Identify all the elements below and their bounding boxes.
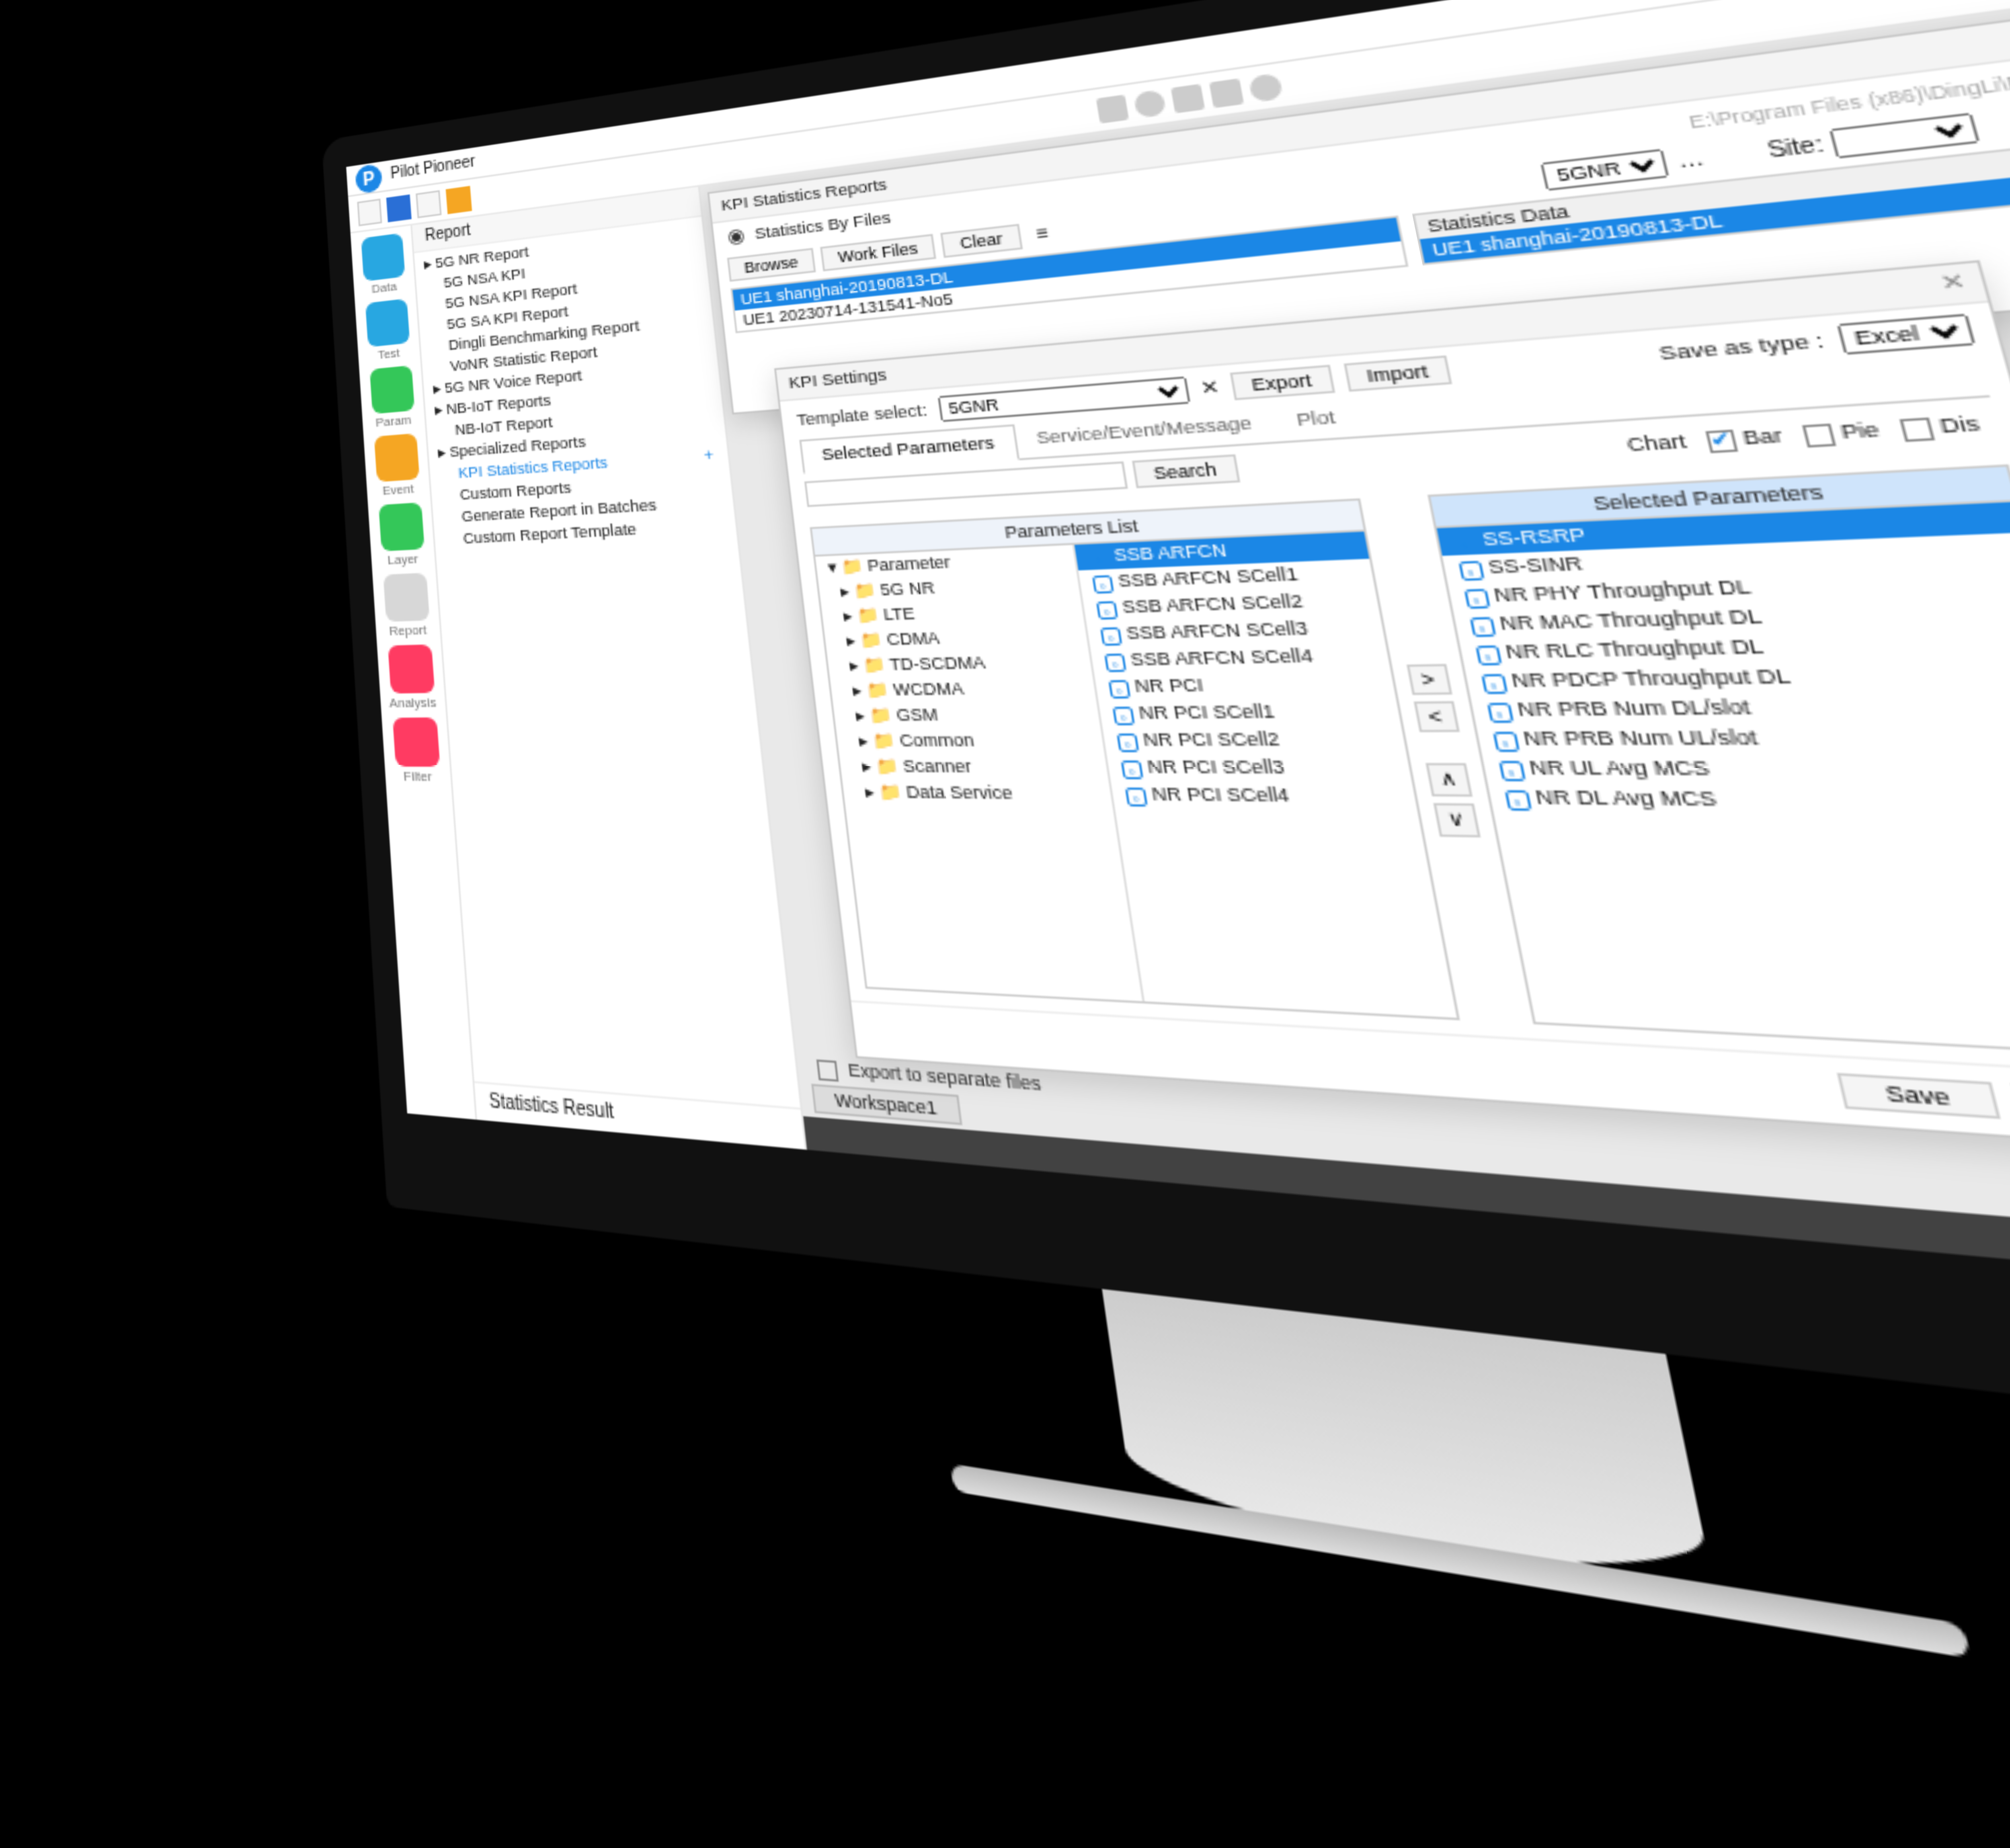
template-select-label: Template select: <box>796 400 928 430</box>
clear-button[interactable]: Clear <box>941 224 1023 258</box>
nav-data[interactable]: Data <box>356 232 410 297</box>
hamburger-icon[interactable]: ≡ <box>1027 222 1058 246</box>
saveas-label: Save as type : <box>1657 329 1827 365</box>
record-icon[interactable] <box>1132 88 1166 118</box>
saveas-dropdown[interactable]: Excel <box>1837 313 1976 355</box>
param-item[interactable]: ₀NR PCI <box>1094 668 1395 700</box>
selected-item[interactable]: ₀NR PRB Num UL/slot <box>1475 721 2010 753</box>
param-item[interactable]: ₀NR PCI SCell1 <box>1098 697 1400 727</box>
nav-test[interactable]: Test <box>360 298 415 364</box>
search-button[interactable]: Search <box>1132 455 1239 489</box>
param-item[interactable]: ₀NR PCI SCell4 <box>1110 781 1416 811</box>
save-button[interactable]: Save <box>1837 1073 2001 1119</box>
refresh-icon[interactable] <box>1247 72 1283 102</box>
new-icon[interactable] <box>357 198 382 225</box>
param-tree-node[interactable]: ▸ 📁 Data Service <box>842 779 1112 807</box>
kpi-settings-dialog: KPI Settings ✕ Template select: 5GNR ✕ E… <box>774 260 2010 1153</box>
param-tree-node[interactable]: ▸ 📁 Scanner <box>839 754 1108 781</box>
selected-item[interactable]: ₀NR UL Avg MCS <box>1481 753 2010 786</box>
move-down-button[interactable]: ∨ <box>1432 804 1479 838</box>
bar-checkbox[interactable] <box>1705 429 1738 453</box>
template-clear-icon[interactable]: ✕ <box>1199 377 1220 400</box>
main-area: KPI Statistics Reports ✕ Statistics By F… <box>700 0 2010 1338</box>
nav-analysis[interactable]: Analysis <box>382 644 440 711</box>
param-item[interactable]: ₀NR PCI SCell3 <box>1106 753 1411 782</box>
pie-checkbox[interactable] <box>1802 423 1836 447</box>
param-tree-node[interactable]: ▸ 📁 GSM <box>833 700 1099 728</box>
tech-more-icon[interactable]: … <box>1675 148 1706 173</box>
export-button[interactable]: Export <box>1229 365 1334 400</box>
export-separate-checkbox[interactable] <box>816 1059 839 1082</box>
move-left-button[interactable]: < <box>1413 702 1458 733</box>
selected-item[interactable]: ₀NR DL Avg MCS <box>1486 783 2010 819</box>
param-item[interactable]: ₀NR PCI SCell2 <box>1102 725 1405 754</box>
radio-stats-by-files[interactable] <box>728 229 745 246</box>
nav-filter[interactable]: Filter <box>387 717 445 785</box>
nav-layer[interactable]: Layer <box>373 502 430 568</box>
tab-plot[interactable]: Plot <box>1271 400 1362 442</box>
nav-report[interactable]: Report <box>378 573 435 639</box>
statusbar: 🔊 ◢ <box>803 1116 2010 1338</box>
nav-param[interactable]: Param <box>365 365 420 431</box>
app-logo: P <box>355 162 383 193</box>
browse-button[interactable]: Browse <box>727 248 816 282</box>
pause-icon[interactable] <box>1170 83 1204 113</box>
dialog-title: KPI Settings <box>788 366 888 394</box>
dialog-close-icon[interactable]: ✕ <box>1938 271 1968 297</box>
stop-icon[interactable] <box>1208 78 1243 107</box>
save-icon[interactable] <box>386 194 412 221</box>
param-tree-node[interactable]: ▸ 📁 Common <box>836 727 1104 754</box>
connect-icon[interactable] <box>1095 94 1128 123</box>
nav-event[interactable]: Event <box>369 433 425 499</box>
dis-checkbox[interactable] <box>1899 417 1935 441</box>
import-button[interactable]: Import <box>1343 355 1452 392</box>
chart-label: Chart <box>1625 431 1688 457</box>
move-up-button[interactable]: ∧ <box>1425 764 1472 797</box>
folder-icon[interactable] <box>446 185 472 213</box>
app-title: Pilot Pioneer <box>390 154 476 183</box>
move-right-button[interactable]: > <box>1405 665 1451 696</box>
param-tree-node[interactable]: ▸ 📁 WCDMA <box>830 674 1096 703</box>
selected-parameters-list[interactable]: ₀SS-RSRP₀SS-SINR₀NR PHY Throughput DL₀NR… <box>1435 501 2010 1055</box>
open-icon[interactable] <box>416 189 441 217</box>
site-label: Site: <box>1765 133 1826 163</box>
